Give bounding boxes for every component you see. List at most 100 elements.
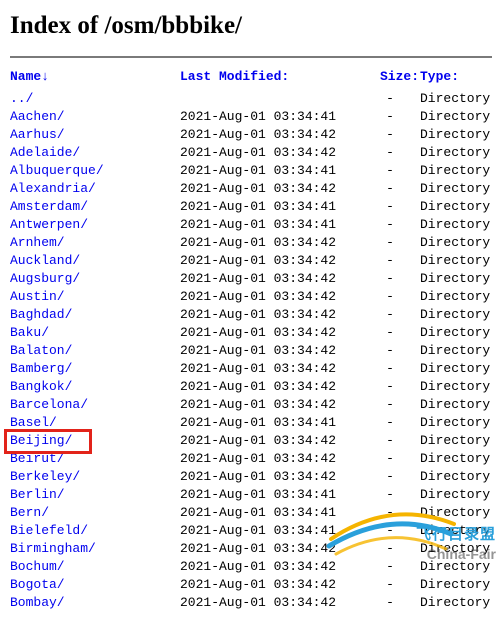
modified-cell: 2021-Aug-01 03:34:42 — [180, 576, 360, 594]
directory-link[interactable]: Albuquerque/ — [10, 163, 104, 178]
list-row: Augsburg/2021-Aug-01 03:34:42-Directory — [10, 270, 492, 288]
directory-link[interactable]: Beijing/ — [10, 433, 72, 448]
type-cell: Directory — [420, 252, 492, 270]
directory-link[interactable]: Amsterdam/ — [10, 199, 88, 214]
directory-link[interactable]: Bamberg/ — [10, 361, 72, 376]
type-cell: Directory — [420, 144, 492, 162]
type-cell: Directory — [420, 108, 492, 126]
modified-cell: 2021-Aug-01 03:34:42 — [180, 594, 360, 612]
size-cell: - — [360, 126, 420, 144]
list-row: Amsterdam/2021-Aug-01 03:34:41-Directory — [10, 198, 492, 216]
list-row: Bangkok/2021-Aug-01 03:34:42-Directory — [10, 378, 492, 396]
modified-cell: 2021-Aug-01 03:34:42 — [180, 126, 360, 144]
directory-link[interactable]: Baku/ — [10, 325, 49, 340]
list-row: Bombay/2021-Aug-01 03:34:42-Directory — [10, 594, 492, 612]
type-cell: Directory — [420, 306, 492, 324]
type-cell: Directory — [420, 540, 492, 558]
list-row: Balaton/2021-Aug-01 03:34:42-Directory — [10, 342, 492, 360]
modified-cell: 2021-Aug-01 03:34:41 — [180, 108, 360, 126]
directory-link[interactable]: Beirut/ — [10, 451, 65, 466]
directory-link[interactable]: Auckland/ — [10, 253, 80, 268]
directory-link[interactable]: Augsburg/ — [10, 271, 80, 286]
directory-link[interactable]: Aarhus/ — [10, 127, 65, 142]
type-cell: Directory — [420, 396, 492, 414]
size-cell: - — [360, 504, 420, 522]
parent-link[interactable]: ../ — [10, 91, 33, 106]
list-row: Aarhus/2021-Aug-01 03:34:42-Directory — [10, 126, 492, 144]
size-cell: - — [360, 216, 420, 234]
size-cell: - — [360, 414, 420, 432]
directory-link[interactable]: Alexandria/ — [10, 181, 96, 196]
modified-cell: 2021-Aug-01 03:34:42 — [180, 540, 360, 558]
directory-link[interactable]: Basel/ — [10, 415, 57, 430]
directory-link[interactable]: Bochum/ — [10, 559, 65, 574]
modified-cell: 2021-Aug-01 03:34:41 — [180, 486, 360, 504]
modified-cell: 2021-Aug-01 03:34:42 — [180, 252, 360, 270]
directory-link[interactable]: Adelaide/ — [10, 145, 80, 160]
parent-row: ../ - Directory — [10, 90, 492, 108]
type-cell: Directory — [420, 162, 492, 180]
directory-link[interactable]: Baghdad/ — [10, 307, 72, 322]
directory-link[interactable]: Berkeley/ — [10, 469, 80, 484]
type-cell: Directory — [420, 522, 492, 540]
modified-cell: 2021-Aug-01 03:34:42 — [180, 450, 360, 468]
list-row: Bern/2021-Aug-01 03:34:41-Directory — [10, 504, 492, 522]
type-cell: Directory — [420, 198, 492, 216]
directory-link[interactable]: Bielefeld/ — [10, 523, 88, 538]
list-row: Aachen/2021-Aug-01 03:34:41-Directory — [10, 108, 492, 126]
directory-link[interactable]: Bombay/ — [10, 595, 65, 610]
divider — [10, 56, 492, 58]
size-cell: - — [360, 270, 420, 288]
size-cell: - — [360, 324, 420, 342]
header-modified[interactable]: Last Modified: — [180, 68, 380, 86]
size-cell: - — [360, 432, 420, 450]
size-cell: - — [360, 162, 420, 180]
header-size[interactable]: Size: — [380, 68, 420, 86]
directory-link[interactable]: Bangkok/ — [10, 379, 72, 394]
type-cell: Directory — [420, 180, 492, 198]
size-cell: - — [360, 540, 420, 558]
type-cell: Directory — [420, 450, 492, 468]
header-name[interactable]: Name↓ — [10, 68, 180, 86]
list-row: Albuquerque/2021-Aug-01 03:34:41-Directo… — [10, 162, 492, 180]
directory-link[interactable]: Aachen/ — [10, 109, 65, 124]
modified-cell: 2021-Aug-01 03:34:42 — [180, 396, 360, 414]
header-type[interactable]: Type: — [420, 68, 492, 86]
size-cell: - — [360, 522, 420, 540]
type-cell: Directory — [420, 468, 492, 486]
size-cell: - — [360, 576, 420, 594]
size-cell: - — [360, 252, 420, 270]
list-row: Barcelona/2021-Aug-01 03:34:42-Directory — [10, 396, 492, 414]
modified-cell: 2021-Aug-01 03:34:41 — [180, 504, 360, 522]
modified-cell: 2021-Aug-01 03:34:41 — [180, 198, 360, 216]
type-cell: Directory — [420, 504, 492, 522]
directory-link[interactable]: Antwerpen/ — [10, 217, 88, 232]
size-cell: - — [360, 234, 420, 252]
directory-link[interactable]: Balaton/ — [10, 343, 72, 358]
modified-cell: 2021-Aug-01 03:34:41 — [180, 414, 360, 432]
list-row: Bogota/2021-Aug-01 03:34:42-Directory — [10, 576, 492, 594]
directory-link[interactable]: Austin/ — [10, 289, 65, 304]
type-cell: Directory — [420, 360, 492, 378]
type-cell: Directory — [420, 288, 492, 306]
directory-link[interactable]: Barcelona/ — [10, 397, 88, 412]
type-cell: Directory — [420, 432, 492, 450]
list-row: Bamberg/2021-Aug-01 03:34:42-Directory — [10, 360, 492, 378]
modified-cell: 2021-Aug-01 03:34:42 — [180, 306, 360, 324]
size-cell: - — [360, 396, 420, 414]
directory-link[interactable]: Arnhem/ — [10, 235, 65, 250]
size-cell: - — [360, 180, 420, 198]
directory-link[interactable]: Bogota/ — [10, 577, 65, 592]
type-cell: Directory — [420, 216, 492, 234]
directory-link[interactable]: Birmingham/ — [10, 541, 96, 556]
size-cell: - — [360, 378, 420, 396]
directory-link[interactable]: Berlin/ — [10, 487, 65, 502]
directory-link[interactable]: Bern/ — [10, 505, 49, 520]
type-cell: Directory — [420, 378, 492, 396]
modified-cell: 2021-Aug-01 03:34:42 — [180, 468, 360, 486]
modified-cell: 2021-Aug-01 03:34:42 — [180, 324, 360, 342]
size-cell: - — [360, 468, 420, 486]
type-cell: Directory — [420, 270, 492, 288]
modified-cell: 2021-Aug-01 03:34:41 — [180, 162, 360, 180]
size-cell: - — [360, 450, 420, 468]
